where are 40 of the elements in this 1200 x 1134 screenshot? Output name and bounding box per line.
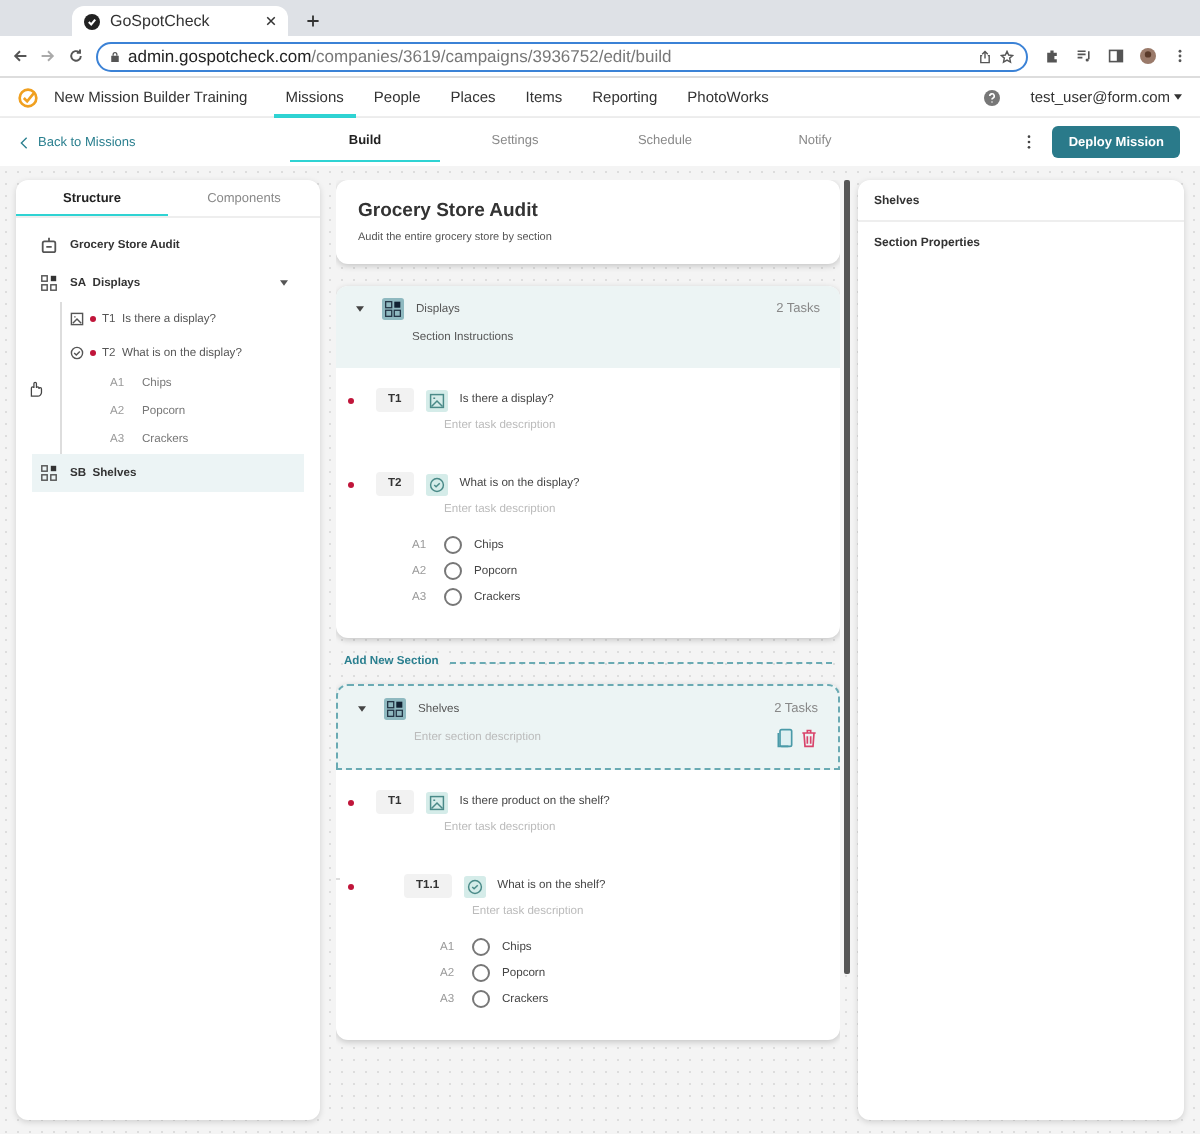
trash-icon[interactable] xyxy=(800,728,818,748)
close-icon[interactable] xyxy=(266,16,276,26)
back-arrow-icon[interactable] xyxy=(12,48,28,64)
check-circle-icon xyxy=(70,346,84,360)
caret-icon[interactable] xyxy=(356,306,364,312)
media-icon[interactable] xyxy=(1076,48,1092,64)
image-icon xyxy=(425,389,448,411)
puzzle-icon[interactable] xyxy=(1044,48,1060,64)
caret-icon xyxy=(1174,94,1182,100)
image-icon xyxy=(70,312,84,326)
star-icon[interactable] xyxy=(1000,49,1014,63)
help-icon[interactable] xyxy=(984,89,1001,105)
mission-title[interactable]: Grocery Store Audit xyxy=(358,200,818,222)
image-icon xyxy=(425,791,448,813)
more-icon[interactable] xyxy=(1026,134,1033,150)
grid-icon xyxy=(40,274,58,292)
check-logo-icon xyxy=(84,13,100,29)
avatar-icon[interactable] xyxy=(1140,48,1156,64)
check-circle-icon xyxy=(463,875,486,897)
address-bar[interactable]: admin.gospotcheck.com/companies/3619/campaigns/3936752/edit/build xyxy=(96,41,1028,71)
caret-icon[interactable] xyxy=(280,280,288,286)
browser-tab[interactable]: GoSpotCheck xyxy=(72,6,288,36)
url-text: admin.gospotcheck.com/companies/3619/campaigns/3936752/edit/build xyxy=(128,46,674,66)
copy-icon[interactable] xyxy=(776,728,794,748)
robot-icon xyxy=(40,236,58,254)
check-circle-icon xyxy=(425,473,448,495)
hand-cursor-icon xyxy=(26,380,44,398)
side-panel-icon[interactable] xyxy=(1108,48,1124,64)
new-tab-icon[interactable] xyxy=(306,14,320,28)
grid-icon xyxy=(384,698,406,720)
scrollbar[interactable] xyxy=(844,180,850,974)
caret-icon[interactable] xyxy=(358,706,366,712)
lock-icon xyxy=(110,49,120,63)
check-logo-icon[interactable] xyxy=(18,87,38,107)
reload-icon[interactable] xyxy=(68,48,84,64)
grid-icon xyxy=(40,464,58,482)
tab-title: GoSpotCheck xyxy=(110,12,212,30)
share-icon[interactable] xyxy=(978,49,992,63)
grid-icon xyxy=(382,298,404,320)
chevron-left-icon xyxy=(20,135,28,149)
